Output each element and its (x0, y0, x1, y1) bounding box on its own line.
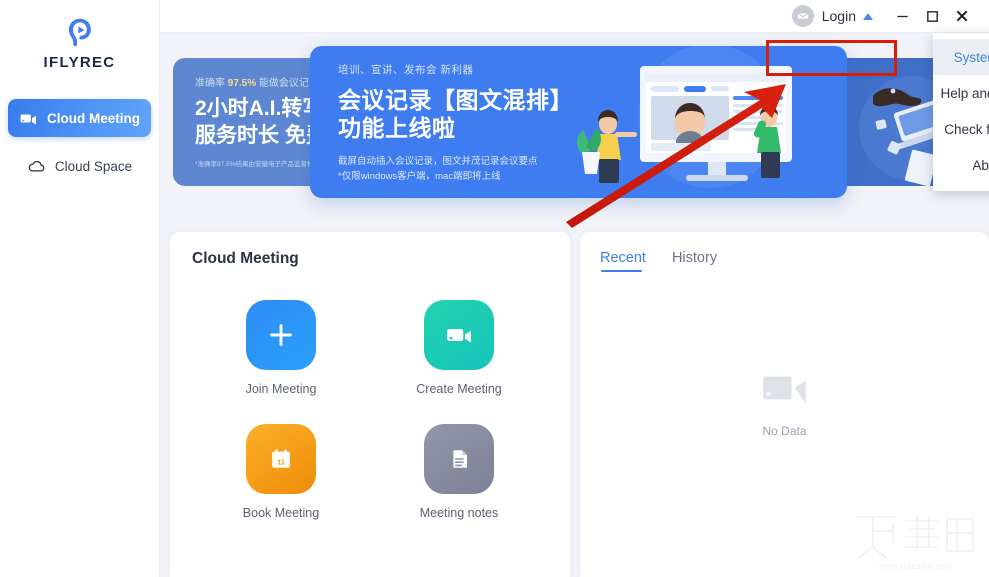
tab-history[interactable]: History (672, 250, 717, 272)
page-title: Cloud Meeting (192, 250, 299, 267)
maximize-icon[interactable] (917, 3, 947, 29)
brand-logo: IFLYREC (0, 0, 159, 71)
banner-sub-1: 截屏自动插入会议记录，图文并茂记录会议要点 (338, 156, 538, 168)
document-icon (424, 424, 494, 494)
empty-label: No Data (762, 424, 807, 438)
plus-icon (246, 300, 316, 370)
tab-recent[interactable]: Recent (600, 250, 646, 272)
main-area: Login 准确率 97.5% 能做会议记 2小时A.I.转写 服务时长 免费 … (160, 0, 989, 577)
menu-item-about-us[interactable]: About us (933, 147, 989, 183)
sidebar-item-label: Cloud Meeting (47, 110, 140, 126)
title-bar: Login (160, 0, 989, 33)
sidebar-nav: Cloud Meeting Cloud Space (0, 99, 159, 185)
tile-label: Meeting notes (419, 506, 499, 520)
banner-carousel: 准确率 97.5% 能做会议记 2小时A.I.转写 服务时长 免费 *准确率97… (160, 33, 989, 232)
create-meeting-button[interactable]: Create Meeting (416, 300, 502, 396)
sidebar: IFLYREC Cloud Meeting Cloud Space (0, 0, 160, 577)
tile-label: Book Meeting (242, 506, 320, 520)
video-camera-icon (761, 372, 809, 410)
banner-slide-current[interactable]: 培训、宣讲、发布会 新利器 会议记录【图文混排】 功能上线啦 截屏自动插入会议记… (310, 46, 847, 198)
login-button[interactable]: Login (822, 8, 856, 24)
sidebar-item-label: Cloud Space (54, 158, 133, 174)
sidebar-item-cloud-meeting[interactable]: Cloud Meeting (8, 99, 151, 137)
sidebar-item-cloud-space[interactable]: Cloud Space (8, 147, 151, 185)
banner-headline-1: 会议记录【图文混排】 (338, 87, 573, 113)
app-window: IFLYREC Cloud Meeting Cloud Space Login … (0, 0, 989, 577)
banner-kicker: 培训、宣讲、发布会 新利器 (338, 64, 474, 76)
tile-label: Create Meeting (416, 382, 502, 396)
recent-tabs: Recent History (580, 250, 989, 272)
video-camera-icon (424, 300, 494, 370)
settings-dropdown-menu: System Setting Help and Feedback Check f… (933, 33, 989, 191)
video-camera-icon (19, 109, 38, 128)
menu-item-check-for-updates[interactable]: Check for updates (933, 111, 989, 147)
menu-item-help-and-feedback[interactable]: Help and Feedback (933, 75, 989, 111)
watermark: www.xiazaiba.com (855, 516, 974, 571)
cloud-meeting-panel: Cloud Meeting Join Meeting Create Meetin… (170, 232, 570, 577)
book-meeting-button[interactable]: 11 Book Meeting (243, 424, 319, 520)
cloud-icon (27, 157, 46, 176)
action-tiles: Join Meeting Create Meeting 11 Book Meet… (192, 300, 548, 520)
tile-label: Join Meeting (245, 382, 317, 396)
caret-up-icon[interactable] (863, 12, 873, 20)
brand-name: IFLYREC (43, 54, 116, 71)
ear-play-logo-icon (61, 14, 99, 52)
menu-item-system-setting[interactable]: System Setting (933, 39, 989, 75)
minimize-icon[interactable] (887, 3, 917, 29)
join-meeting-button[interactable]: Join Meeting (245, 300, 317, 396)
recent-panel: Recent History No Data www.xiazaiba.com (580, 232, 989, 577)
content-area: Cloud Meeting Join Meeting Create Meetin… (160, 232, 989, 577)
watermark-url: www.xiazaiba.com (877, 561, 952, 571)
calendar-icon: 11 (246, 424, 316, 494)
banner-sub-2: *仅限windows客户端，mac端即将上线 (338, 170, 501, 182)
default-avatar-icon[interactable] (791, 5, 814, 27)
close-icon[interactable] (947, 3, 977, 29)
meeting-notes-button[interactable]: Meeting notes (419, 424, 499, 520)
svg-text:11: 11 (277, 458, 286, 467)
banner-headline-2: 功能上线啦 (338, 115, 456, 142)
empty-state: No Data (580, 372, 989, 438)
